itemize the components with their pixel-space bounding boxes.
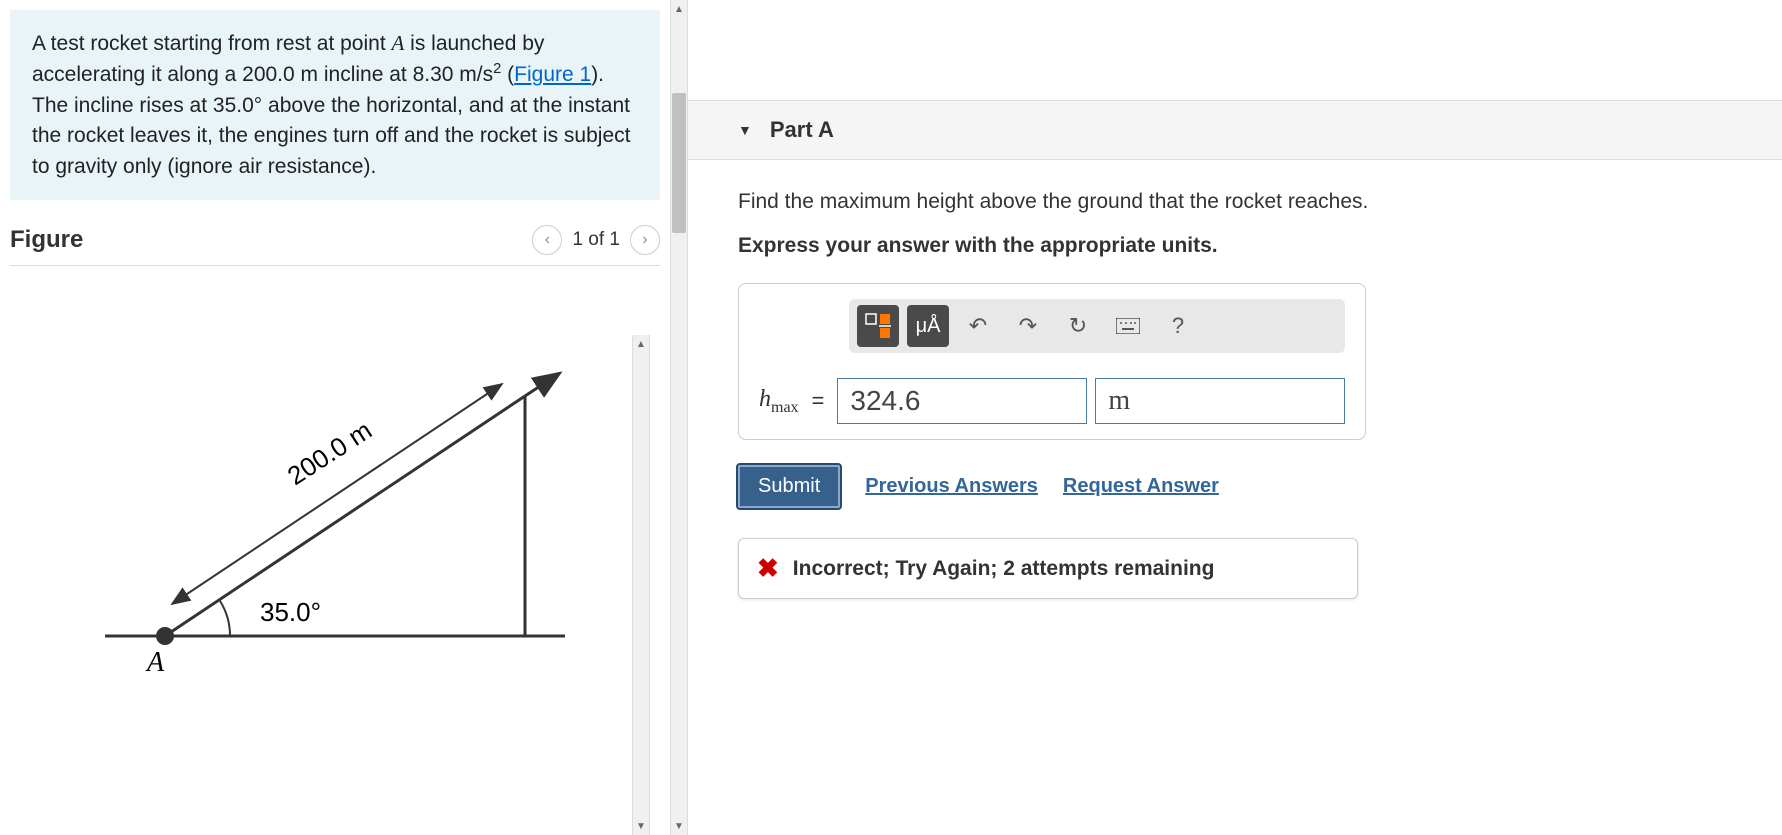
units-button[interactable]: μÅ [907,305,949,347]
svg-text:35.0°: 35.0° [260,597,321,627]
figure-nav: ‹ 1 of 1 › [532,225,660,255]
caret-down-icon: ▼ [738,122,752,138]
part-header[interactable]: ▼ Part A [688,100,1782,160]
reset-button[interactable]: ↻ [1057,305,1099,347]
rocket-incline-diagram: A 35.0° 200.0 m [85,346,585,686]
answer-unit-input[interactable] [1095,378,1345,424]
figure-prev-button[interactable]: ‹ [532,225,562,255]
part-body: Find the maximum height above the ground… [688,160,1782,629]
figure-scrollbar[interactable]: ▲ ▼ [632,335,650,835]
instruction-text: Express your answer with the appropriate… [738,234,1732,258]
keyboard-button[interactable] [1107,305,1149,347]
answer-value-input[interactable] [837,378,1087,424]
submit-button[interactable]: Submit [738,465,840,508]
scroll-down-icon[interactable]: ▼ [633,817,649,835]
figure-header: Figure ‹ 1 of 1 › [10,225,660,266]
figure-title: Figure [10,226,83,254]
answer-row: hmax = [759,378,1345,424]
main-scrollbar[interactable]: ▲ ▼ [670,0,688,835]
part-title: Part A [770,117,834,143]
answer-toolbar: μÅ ↶ ↷ ↻ ? [849,299,1345,353]
svg-text:A: A [145,647,165,678]
figure-next-button[interactable]: › [630,225,660,255]
submit-row: Submit Previous Answers Request Answer [738,465,1732,508]
request-answer-link[interactable]: Request Answer [1063,475,1219,498]
equals-sign: = [812,388,825,414]
feedback-text: Incorrect; Try Again; 2 attempts remaini… [793,557,1215,581]
problem-statement: A test rocket starting from rest at poin… [10,10,660,200]
variable-label: hmax [759,386,799,417]
feedback-box: ✖ Incorrect; Try Again; 2 attempts remai… [738,538,1358,599]
undo-button[interactable]: ↶ [957,305,999,347]
answer-box: μÅ ↶ ↷ ↻ ? hmax = [738,283,1366,440]
scroll-up-icon[interactable]: ▲ [633,335,649,353]
redo-button[interactable]: ↷ [1007,305,1049,347]
help-button[interactable]: ? [1157,305,1199,347]
figure-area: A 35.0° 200.0 m [10,276,660,716]
figure-counter: 1 of 1 [572,229,620,251]
svg-text:200.0 m: 200.0 m [282,415,377,491]
scroll-down-icon[interactable]: ▼ [671,817,687,835]
scroll-up-icon[interactable]: ▲ [671,0,687,18]
figure-link[interactable]: Figure 1 [514,63,591,86]
scrollbar-thumb[interactable] [672,93,686,233]
templates-button[interactable] [857,305,899,347]
question-text: Find the maximum height above the ground… [738,190,1732,214]
previous-answers-link[interactable]: Previous Answers [865,475,1038,498]
right-panel: ▼ Part A Find the maximum height above t… [688,0,1782,835]
left-panel: A test rocket starting from rest at poin… [0,0,670,835]
incorrect-icon: ✖ [757,553,779,584]
